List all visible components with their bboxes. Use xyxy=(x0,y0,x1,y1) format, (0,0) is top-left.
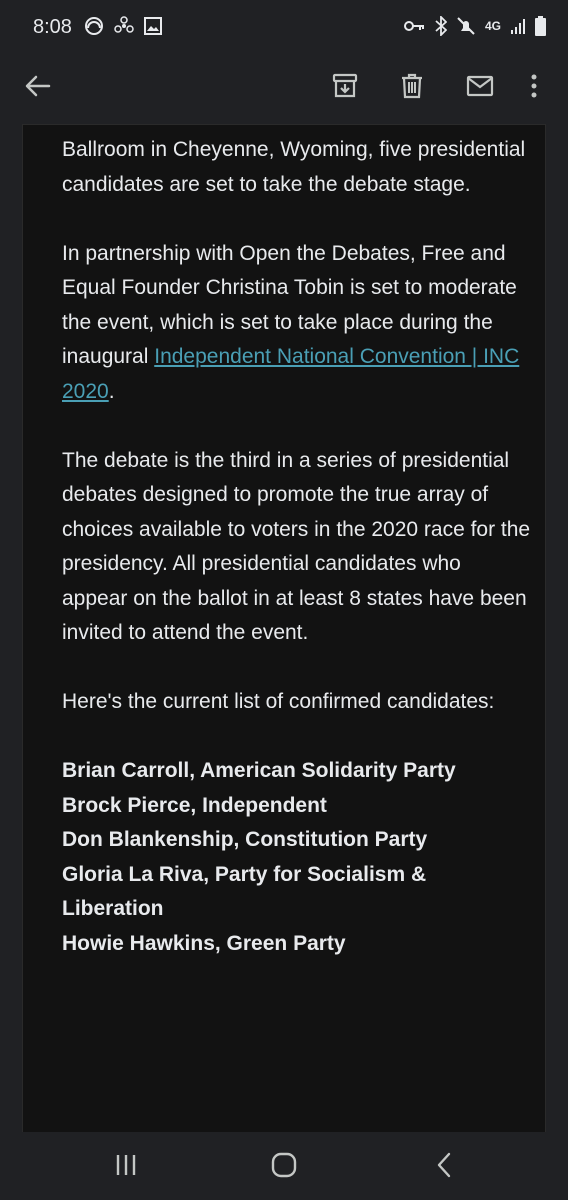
email-paragraph-4: Here's the current list of confirmed can… xyxy=(62,690,495,713)
mark-unread-button[interactable] xyxy=(460,68,500,108)
email-paragraph-2-end: . xyxy=(108,379,115,403)
nav-back-button[interactable] xyxy=(424,1150,464,1184)
email-paragraph-2: In partnership with Open the Debates, Fr… xyxy=(62,237,532,410)
trash-icon xyxy=(400,73,424,104)
candidate-item: Howie Hawkins, Green Party xyxy=(62,931,346,955)
email-body: Ballroom in Cheyenne, Wyoming, five pres… xyxy=(62,133,532,961)
signal-icon xyxy=(510,17,526,35)
candidate-list: Brian Carroll, American Solidarity Party… xyxy=(62,754,532,961)
home-button[interactable] xyxy=(264,1150,304,1184)
mute-icon xyxy=(456,16,476,36)
nav-back-icon xyxy=(436,1152,452,1183)
candidate-item: Don Blankenship, Constitution Party xyxy=(62,828,428,851)
more-vertical-icon xyxy=(531,74,537,103)
arrow-left-icon xyxy=(25,75,51,102)
email-paragraph-1: Ballroom in Cheyenne, Wyoming, five pres… xyxy=(62,138,526,196)
network-4g-icon: 4G xyxy=(484,19,501,33)
image-icon xyxy=(144,17,162,35)
recents-icon xyxy=(114,1153,138,1182)
status-left-icons xyxy=(84,16,162,36)
system-nav-bar xyxy=(0,1132,568,1200)
app-toolbar xyxy=(0,56,568,124)
delete-button[interactable] xyxy=(392,68,432,108)
status-time: 8:08 xyxy=(33,16,72,38)
battery-icon xyxy=(535,16,546,36)
home-icon xyxy=(271,1152,297,1183)
archive-button[interactable] xyxy=(325,68,365,108)
fan-icon xyxy=(114,16,134,36)
candidate-item: Gloria La Riva, Party for Socialism & Li… xyxy=(62,862,427,921)
status-right-icons: 4G xyxy=(403,16,546,36)
email-paragraph-3: The debate is the third in a series of p… xyxy=(62,448,531,645)
status-bar: 8:08 4G xyxy=(0,0,568,56)
candidate-item: Brian Carroll, American Solidarity Party xyxy=(62,759,456,782)
email-message-frame: Ballroom in Cheyenne, Wyoming, five pres… xyxy=(22,124,546,1132)
recents-button[interactable] xyxy=(106,1150,146,1184)
back-button[interactable] xyxy=(18,68,58,108)
more-options-button[interactable] xyxy=(519,68,549,108)
candidate-item: Brock Pierce, Independent xyxy=(62,793,327,817)
archive-icon xyxy=(332,73,358,104)
key-icon xyxy=(403,19,426,33)
hotspot-icon xyxy=(84,16,104,36)
bluetooth-icon xyxy=(435,16,447,36)
envelope-icon xyxy=(466,75,494,102)
